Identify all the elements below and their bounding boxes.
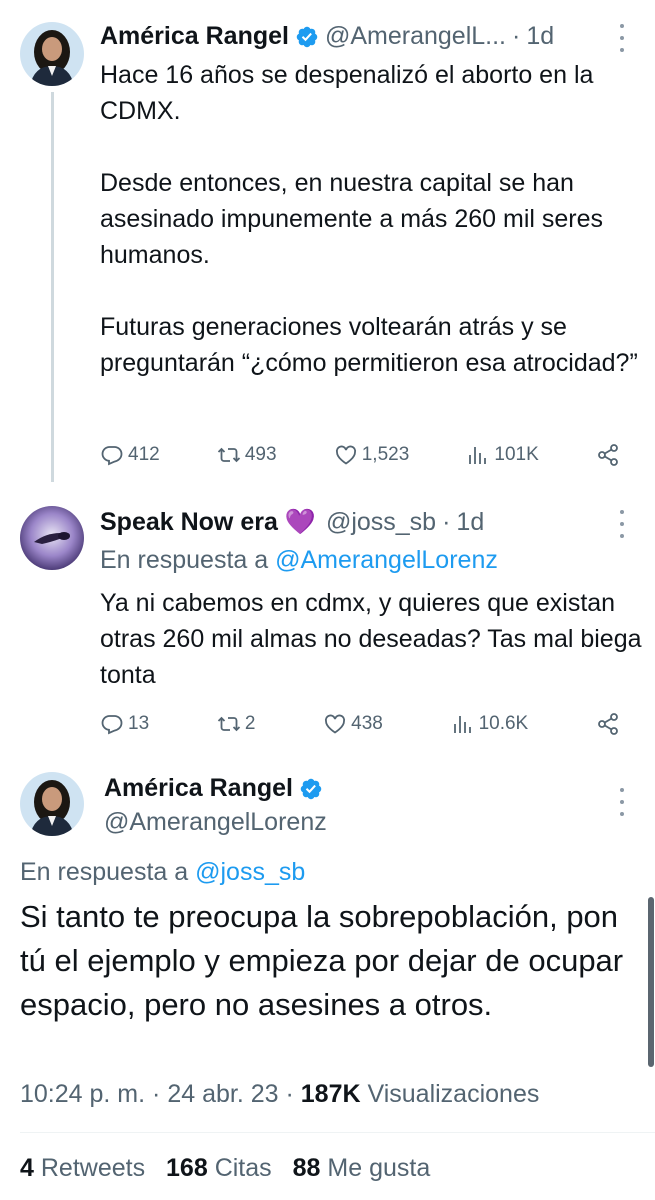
retweets-count: 4 <box>20 1154 34 1182</box>
thread-line <box>51 92 54 482</box>
quotes-count: 168 <box>166 1154 208 1182</box>
reply-button[interactable]: 412 <box>100 443 160 467</box>
avatar[interactable] <box>20 772 84 836</box>
reply-icon <box>101 446 123 466</box>
views-button[interactable]: 101K <box>466 443 539 467</box>
more-options-icon[interactable] <box>617 510 627 538</box>
reply-count: 412 <box>128 444 160 465</box>
reply-handle-link[interactable]: @joss_sb <box>195 858 305 886</box>
replying-to: En respuesta a @AmerangelLorenz <box>100 546 498 575</box>
author-handle-row: @AmerangelLorenz <box>104 808 327 837</box>
retweet-icon <box>217 447 240 463</box>
reply-prefix: En respuesta a <box>20 858 196 886</box>
retweets-stat[interactable]: 4 Retweets <box>20 1154 145 1182</box>
share-icon <box>598 444 618 466</box>
views-icon <box>453 716 471 733</box>
retweet-count: 2 <box>244 713 256 734</box>
views-count: 101K <box>494 444 539 465</box>
views-count: 10.6K <box>478 713 529 734</box>
retweets-label: Retweets <box>40 1154 146 1182</box>
tweet-timestamp[interactable]: 10:24 p. m. <box>20 1080 145 1108</box>
avatar[interactable] <box>20 22 84 86</box>
like-button[interactable]: 1,523 <box>334 443 410 467</box>
quotes-stat[interactable]: 168 Citas <box>166 1154 272 1182</box>
author-handle[interactable]: @AmerangelL... <box>325 22 506 51</box>
separator-dot: · <box>152 1080 168 1108</box>
engagement-stats: 4 Retweets 168 Citas 88 Me gusta <box>20 1154 430 1183</box>
author-handle[interactable]: @joss_sb <box>326 508 436 537</box>
views-button[interactable]: 10.6K <box>451 712 529 736</box>
likes-count: 88 <box>292 1154 321 1182</box>
verified-badge-icon <box>296 26 318 47</box>
reply-count: 13 <box>128 713 150 734</box>
separator-dot: · <box>512 22 521 50</box>
likes-stat[interactable]: 88 Me gusta <box>293 1154 431 1182</box>
like-count: 1,523 <box>361 444 410 465</box>
replying-to: En respuesta a @joss_sb <box>20 858 305 887</box>
reply-handle-link[interactable]: @AmerangelLorenz <box>275 546 498 574</box>
views-label: Visualizaciones <box>367 1080 540 1108</box>
share-button[interactable] <box>596 443 620 467</box>
retweet-count: 493 <box>244 444 277 465</box>
views-icon <box>469 447 487 464</box>
separator-dot: · <box>442 508 451 536</box>
author-handle[interactable]: @AmerangelLorenz <box>104 808 327 837</box>
retweet-button[interactable]: 2 <box>217 712 256 736</box>
like-button[interactable]: 438 <box>323 712 383 736</box>
author-name[interactable]: América Rangel <box>100 22 289 51</box>
tweet-time[interactable]: 1d <box>526 22 554 51</box>
tweet-header: América Rangel <box>104 774 329 803</box>
retweet-button[interactable]: 493 <box>217 443 277 467</box>
verified-badge-icon <box>300 778 322 799</box>
heart-icon <box>325 714 346 734</box>
divider <box>20 1132 655 1133</box>
like-count: 438 <box>351 713 383 734</box>
tweet-text: Hace 16 años se despenalizó el aborto en… <box>100 61 638 377</box>
author-name[interactable]: Speak Now era 💜 <box>100 508 316 537</box>
author-name[interactable]: América Rangel <box>104 774 293 803</box>
tweet-reply-joss[interactable]: Speak Now era 💜 @joss_sb · 1d En respues… <box>0 490 655 760</box>
avatar[interactable] <box>20 506 84 570</box>
separator-dot: · <box>285 1080 301 1108</box>
reply-icon <box>101 715 123 735</box>
focused-tweet-text: Si tanto te preocupa la sobrepoblación, … <box>20 899 624 1022</box>
heart-icon <box>335 445 356 465</box>
share-button[interactable] <box>596 712 620 736</box>
tweet-date[interactable]: 24 abr. 23 <box>167 1080 278 1108</box>
scrollbar[interactable] <box>648 897 654 1067</box>
tweet-header: América Rangel @AmerangelL... · 1d <box>100 22 554 51</box>
share-icon <box>598 713 618 735</box>
more-options-icon[interactable] <box>617 24 627 52</box>
views-count: 187K <box>300 1080 361 1108</box>
quotes-label: Citas <box>214 1154 272 1182</box>
tweet-actions: 412 493 1,523 101K <box>100 440 620 470</box>
more-options-icon[interactable] <box>617 788 627 816</box>
reply-prefix: En respuesta a <box>100 546 276 574</box>
tweet-text: Ya ni cabemos en cdmx, y quieres que exi… <box>100 589 642 689</box>
reply-button[interactable]: 13 <box>100 712 149 736</box>
retweet-icon <box>217 716 240 732</box>
tweet-actions: 13 2 438 10.6K <box>100 709 620 739</box>
tweet-meta: 10:24 p. m. · 24 abr. 23 · 187K Visualiz… <box>20 1080 539 1109</box>
tweet-header: Speak Now era 💜 @joss_sb · 1d <box>100 508 484 537</box>
tweet-time[interactable]: 1d <box>456 508 484 537</box>
likes-label: Me gusta <box>327 1154 431 1182</box>
tweet-america-1[interactable]: América Rangel @AmerangelL... · 1d Hace … <box>0 0 655 490</box>
